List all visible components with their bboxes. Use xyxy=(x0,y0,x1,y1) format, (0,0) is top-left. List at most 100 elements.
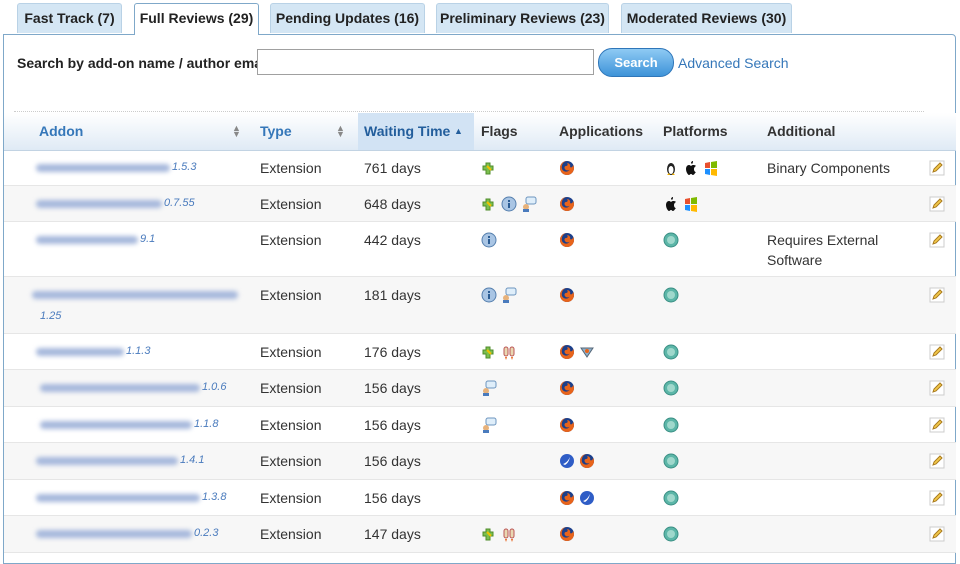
comment-icon xyxy=(481,380,497,396)
column-header-type[interactable]: Type xyxy=(260,113,292,150)
edit-icon[interactable] xyxy=(929,490,945,506)
addon-name-redacted[interactable] xyxy=(36,457,178,465)
addon-type: Extension xyxy=(260,287,322,303)
addon-version[interactable]: 1.0.6 xyxy=(202,381,226,393)
edit-icon[interactable] xyxy=(929,232,945,248)
edit-icon[interactable] xyxy=(929,526,945,542)
globe-icon xyxy=(663,287,679,303)
edit-icon[interactable] xyxy=(929,196,945,212)
mobile-icon xyxy=(579,344,595,360)
addon-type: Extension xyxy=(260,160,322,176)
addon-icon xyxy=(481,526,497,542)
globe-icon xyxy=(663,344,679,360)
addon-version[interactable]: 1.5.3 xyxy=(172,161,196,173)
addon-name-redacted[interactable] xyxy=(32,291,238,299)
edit-icon[interactable] xyxy=(929,287,945,303)
firefox-icon xyxy=(559,526,575,542)
column-header-additional: Additional xyxy=(767,123,836,139)
search-input[interactable] xyxy=(257,49,594,75)
tab-preliminary-reviews[interactable]: Preliminary Reviews (23) xyxy=(436,3,609,33)
addon-name-redacted[interactable] xyxy=(40,421,192,429)
column-header-flags: Flags xyxy=(481,123,518,139)
globe-icon xyxy=(663,417,679,433)
column-header-addon[interactable]: Addon xyxy=(39,113,83,150)
edit-icon[interactable] xyxy=(929,344,945,360)
table-row: 1.25 Extension 181 days xyxy=(4,277,956,334)
addon-version[interactable]: 1.25 xyxy=(40,310,61,322)
column-header-platforms: Platforms xyxy=(663,123,728,139)
addon-type: Extension xyxy=(260,417,322,433)
sort-arrows-icon[interactable]: ▲ ▼ xyxy=(336,113,345,139)
tab-moderated-reviews[interactable]: Moderated Reviews (30) xyxy=(621,3,792,33)
addon-name-redacted[interactable] xyxy=(36,348,124,356)
table-row: 1.1.8 Extension 156 days xyxy=(4,407,956,443)
table-row: 1.3.8 Extension 156 days xyxy=(4,480,956,516)
addon-name-redacted[interactable] xyxy=(36,236,138,244)
table-row: 9.1 Extension 442 days Requires External So… xyxy=(4,222,956,277)
addon-name-redacted[interactable] xyxy=(36,530,192,538)
table-header: Addon ▲ ▼ Type ▲ ▼ Waiting Time ▲ Flags Ap… xyxy=(4,113,956,151)
addon-name-redacted[interactable] xyxy=(36,164,170,172)
globe-icon xyxy=(663,490,679,506)
edit-icon[interactable] xyxy=(929,453,945,469)
firefox-icon xyxy=(579,453,595,469)
edit-icon[interactable] xyxy=(929,417,945,433)
edit-icon[interactable] xyxy=(929,160,945,176)
addon-version[interactable]: 1.1.8 xyxy=(194,418,218,430)
firefox-icon xyxy=(559,232,575,248)
addon-name-redacted[interactable] xyxy=(40,384,200,392)
firefox-icon xyxy=(559,196,575,212)
addon-type: Extension xyxy=(260,526,322,542)
divider xyxy=(14,111,924,112)
waiting-time: 181 days xyxy=(364,287,421,303)
waiting-time: 156 days xyxy=(364,417,421,433)
queue-tabs: Fast Track (7) Full Reviews (29) Pending… xyxy=(0,0,960,36)
advanced-search-link[interactable]: Advanced Search xyxy=(678,55,789,71)
waiting-time-label: Waiting Time xyxy=(364,123,451,139)
addon-name-redacted[interactable] xyxy=(36,494,200,502)
globe-icon xyxy=(663,453,679,469)
tab-pending-updates[interactable]: Pending Updates (16) xyxy=(270,3,425,33)
addon-type: Extension xyxy=(260,344,322,360)
sort-ascending-icon: ▲ xyxy=(454,126,463,136)
comment-icon xyxy=(501,287,517,303)
addon-version[interactable]: 1.3.8 xyxy=(202,491,226,503)
waiting-time: 761 days xyxy=(364,160,421,176)
waiting-time: 648 days xyxy=(364,196,421,212)
globe-icon xyxy=(663,526,679,542)
table-row: 0.2.3 Extension 147 days xyxy=(4,516,956,553)
waiting-time: 176 days xyxy=(364,344,421,360)
linux-icon xyxy=(663,160,679,176)
addon-version[interactable]: 0.2.3 xyxy=(194,527,218,539)
table-row: 0.7.55 Extension 648 days xyxy=(4,186,956,222)
sort-arrows-icon[interactable]: ▲ ▼ xyxy=(232,113,241,139)
addon-version[interactable]: 1.4.1 xyxy=(180,454,204,466)
table-row: 1.4.1 Extension 156 days xyxy=(4,443,956,480)
firefox-icon xyxy=(559,380,575,396)
search-button[interactable]: Search xyxy=(598,48,674,77)
thunderbird-icon xyxy=(579,490,595,506)
comment-icon xyxy=(521,196,537,212)
globe-icon xyxy=(663,232,679,248)
table-row: 1.1.3 Extension 176 days xyxy=(4,334,956,370)
apple-icon xyxy=(663,196,679,212)
addon-version[interactable]: 9.1 xyxy=(140,233,155,245)
windows-icon xyxy=(683,196,699,212)
table-row: 1.0.6 Extension 156 days xyxy=(4,370,956,407)
column-header-waiting-time[interactable]: Waiting Time ▲ xyxy=(358,113,474,150)
addon-icon xyxy=(481,160,497,176)
globe-icon xyxy=(663,380,679,396)
addon-version[interactable]: 1.1.3 xyxy=(126,345,150,357)
info-icon xyxy=(481,232,497,248)
tab-full-reviews[interactable]: Full Reviews (29) xyxy=(134,3,259,35)
waiting-time: 156 days xyxy=(364,490,421,506)
thunderbird-icon xyxy=(559,453,575,469)
tab-fast-track[interactable]: Fast Track (7) xyxy=(17,3,122,33)
addon-type: Extension xyxy=(260,196,322,212)
addon-name-redacted[interactable] xyxy=(36,200,162,208)
edit-icon[interactable] xyxy=(929,380,945,396)
firefox-icon xyxy=(559,160,575,176)
firefox-icon xyxy=(559,490,575,506)
addon-type: Extension xyxy=(260,232,322,248)
addon-version[interactable]: 0.7.55 xyxy=(164,197,195,209)
